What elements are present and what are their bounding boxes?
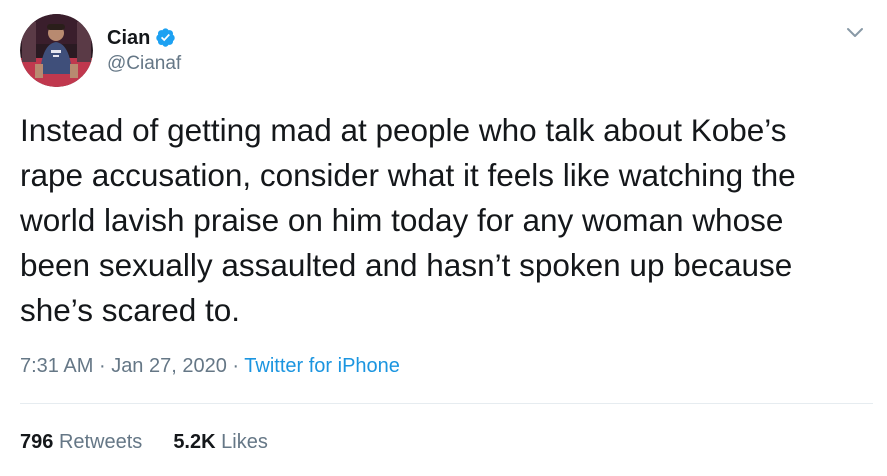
display-name[interactable]: Cian [107, 26, 150, 50]
tweet-header: Cian @Cianaf [20, 14, 181, 87]
separator: · [232, 355, 240, 377]
retweets-count: 796 [20, 431, 54, 453]
tweet-meta: 7:31 AM · Jan 27, 2020 · Twitter for iPh… [20, 352, 400, 380]
separator: · [98, 355, 106, 377]
tweet-time[interactable]: 7:31 AM [20, 355, 93, 377]
likes-stat[interactable]: 5.2K Likes [173, 428, 268, 456]
likes-count: 5.2K [173, 431, 216, 453]
retweets-label: Retweets [58, 431, 143, 453]
tweet-date[interactable]: Jan 27, 2020 [111, 355, 227, 377]
likes-label: Likes [221, 431, 268, 453]
handle[interactable]: @Cianaf [107, 52, 181, 76]
retweets-stat[interactable]: 796 Retweets [20, 428, 142, 456]
divider [20, 403, 873, 404]
tweet-text: Instead of getting mad at people who tal… [20, 112, 796, 328]
name-row: Cian [107, 26, 181, 50]
author-names: Cian @Cianaf [107, 26, 181, 76]
tweet-stats: 796 Retweets 5.2K Likes [20, 428, 299, 456]
avatar-image [20, 14, 93, 87]
tweet-source-link[interactable]: Twitter for iPhone [244, 355, 400, 377]
verified-badge-icon [155, 27, 176, 48]
avatar[interactable] [20, 14, 93, 87]
chevron-down-icon[interactable] [845, 26, 865, 40]
